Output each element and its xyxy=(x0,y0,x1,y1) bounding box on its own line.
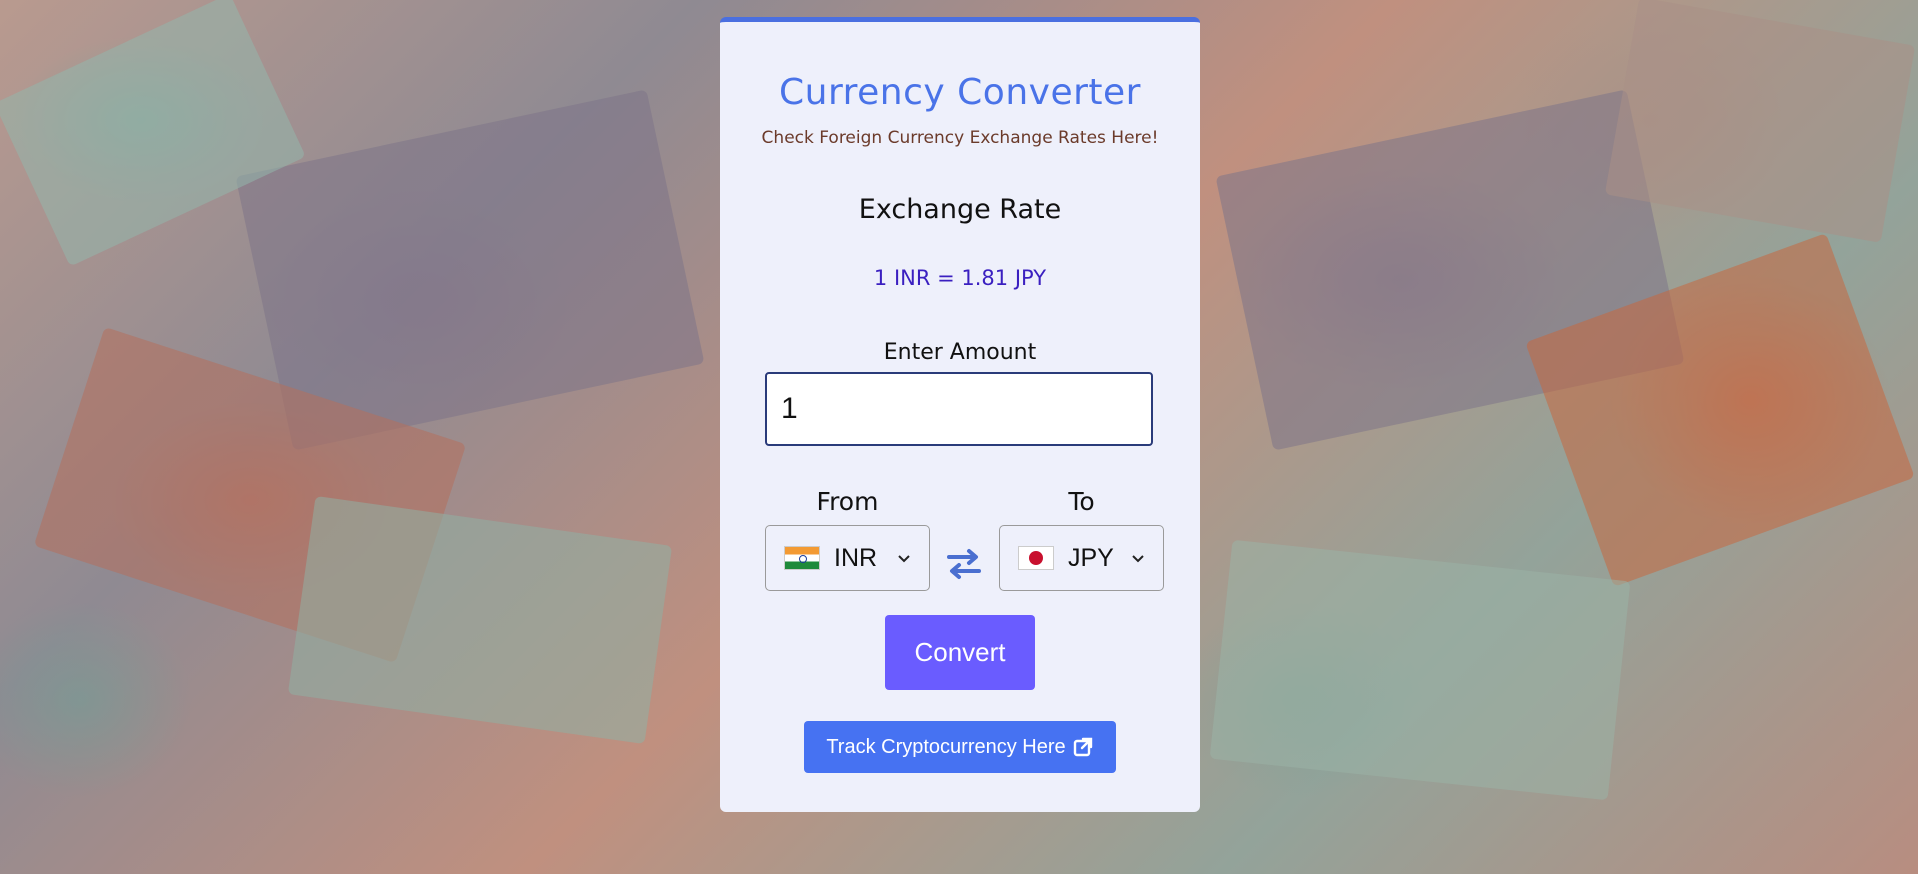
to-label: To xyxy=(1068,487,1095,516)
to-currency-select[interactable]: JPY xyxy=(999,525,1164,591)
page-subtitle: Check Foreign Currency Exchange Rates He… xyxy=(761,128,1159,148)
from-label: From xyxy=(816,487,879,516)
converter-card: Currency Converter Check Foreign Currenc… xyxy=(720,17,1200,812)
to-currency-code: JPY xyxy=(1068,543,1114,572)
track-crypto-label: Track Cryptocurrency Here xyxy=(826,735,1066,758)
india-flag-icon xyxy=(784,546,820,570)
exchange-rate-value: 1 INR = 1.81 JPY xyxy=(873,266,1047,290)
banknote-image xyxy=(287,495,673,745)
swap-icon[interactable] xyxy=(945,544,983,582)
from-currency-code: INR xyxy=(834,543,878,572)
amount-label: Enter Amount xyxy=(883,340,1037,365)
banknote-image xyxy=(1209,539,1631,801)
from-currency-select[interactable]: INR xyxy=(765,525,930,591)
amount-input[interactable] xyxy=(765,372,1153,446)
track-crypto-button[interactable]: Track Cryptocurrency Here xyxy=(804,721,1116,773)
chevron-down-icon xyxy=(1132,555,1144,563)
external-link-icon xyxy=(1073,737,1092,757)
convert-button[interactable]: Convert xyxy=(885,615,1035,690)
chevron-down-icon xyxy=(898,555,910,563)
japan-flag-icon xyxy=(1018,546,1054,570)
exchange-rate-heading: Exchange Rate xyxy=(858,194,1062,225)
page-title: Currency Converter xyxy=(779,72,1141,113)
